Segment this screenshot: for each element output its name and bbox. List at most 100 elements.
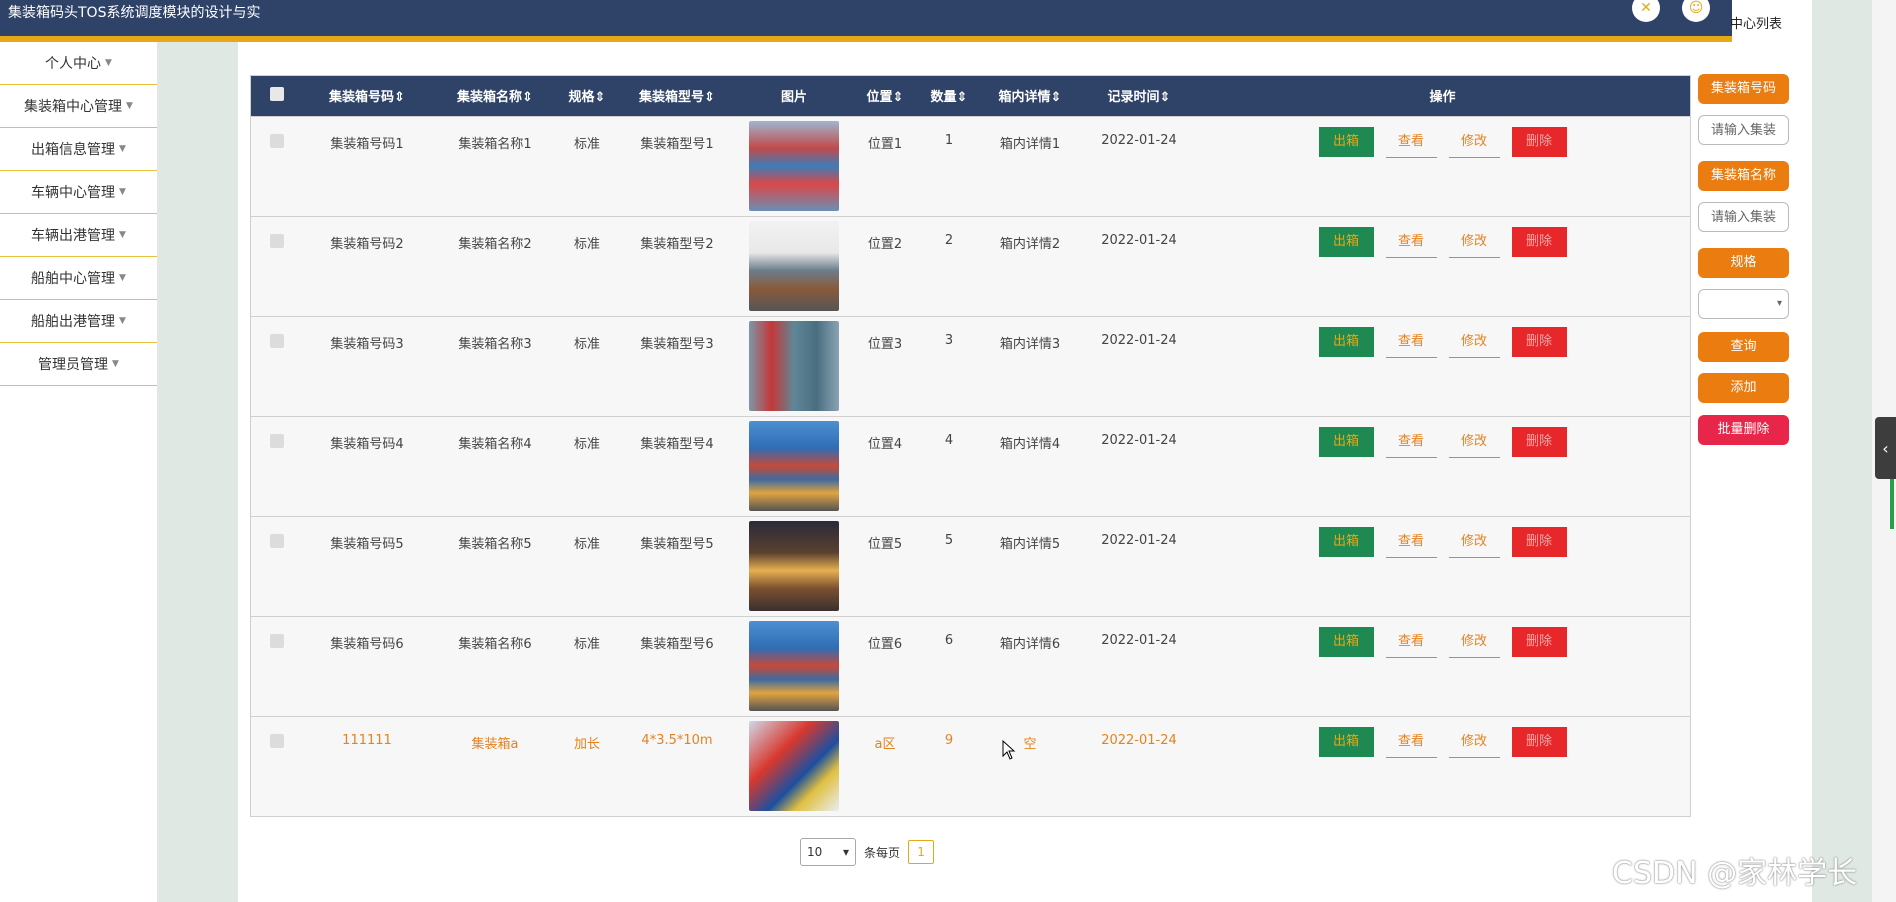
edit-button[interactable]: 修改: [1448, 627, 1500, 658]
row-checkbox[interactable]: [270, 333, 284, 348]
fullscreen-icon[interactable]: ✕: [1632, 0, 1660, 22]
edit-button[interactable]: 修改: [1448, 127, 1500, 158]
delete-button[interactable]: 删除: [1511, 326, 1567, 357]
cell-qty: 2: [944, 232, 954, 248]
row-checkbox[interactable]: [270, 233, 284, 248]
batch-delete-button[interactable]: 批量删除: [1698, 415, 1789, 445]
row-checkbox[interactable]: [270, 633, 284, 648]
spec-select[interactable]: ▾: [1698, 289, 1789, 319]
sidebar-item-label: 个人中心: [45, 56, 102, 72]
container-photo[interactable]: [749, 120, 839, 211]
column-header-spec[interactable]: 规格⇕: [559, 76, 615, 116]
view-button[interactable]: 查看: [1385, 527, 1437, 558]
row-checkbox[interactable]: [270, 533, 284, 548]
outbound-button[interactable]: 出箱: [1318, 626, 1374, 657]
edit-button[interactable]: 修改: [1448, 527, 1500, 558]
column-header-time[interactable]: 记录时间⇕: [1083, 76, 1195, 116]
container-photo[interactable]: [749, 220, 839, 311]
edit-button[interactable]: 修改: [1448, 427, 1500, 458]
query-button[interactable]: 查询: [1698, 332, 1789, 362]
column-header-model[interactable]: 集装箱型号⇕: [615, 76, 739, 116]
delete-button[interactable]: 删除: [1511, 426, 1567, 457]
cell-spec: 标准: [573, 636, 600, 652]
row-select-cell[interactable]: [251, 716, 303, 816]
chevron-down-icon: ▾: [1776, 298, 1782, 309]
view-button[interactable]: 查看: [1385, 127, 1437, 158]
column-header-position[interactable]: 位置⇕: [849, 76, 921, 116]
select-all-checkbox[interactable]: [270, 86, 284, 101]
add-button[interactable]: 添加: [1698, 373, 1789, 403]
view-button[interactable]: 查看: [1385, 427, 1437, 458]
row-checkbox[interactable]: [270, 733, 284, 748]
outbound-button[interactable]: 出箱: [1318, 226, 1374, 257]
sidebar-item-ship-center[interactable]: 船舶中心管理 ▼: [0, 257, 157, 300]
cell-name: 集装箱名称4: [458, 436, 532, 452]
sidebar-item-admin[interactable]: 管理员管理 ▼: [0, 343, 157, 386]
content-left-gutter: [157, 42, 238, 902]
column-header-name[interactable]: 集装箱名称⇕: [431, 76, 559, 116]
view-button[interactable]: 查看: [1385, 727, 1437, 758]
delete-button[interactable]: 删除: [1511, 526, 1567, 557]
code-search-input[interactable]: 请输入集装: [1698, 115, 1789, 145]
row-select-cell[interactable]: [251, 616, 303, 716]
container-photo[interactable]: [749, 620, 839, 711]
sidebar-item-personal-center[interactable]: 个人中心 ▼: [0, 42, 157, 85]
delete-button[interactable]: 删除: [1511, 726, 1567, 757]
delete-button[interactable]: 删除: [1511, 226, 1567, 257]
container-photo[interactable]: [749, 320, 839, 411]
column-label: 操作: [1429, 90, 1456, 106]
row-select-cell[interactable]: [251, 416, 303, 516]
cell-qty: 3: [944, 332, 954, 348]
select-all-header[interactable]: [251, 76, 303, 116]
page-size-select[interactable]: 10 ▾: [800, 838, 856, 866]
container-table: 集装箱号码⇕ 集装箱名称⇕ 规格⇕ 集装箱型号⇕ 图片 位置⇕ 数量⇕ 箱内详情…: [250, 75, 1691, 817]
sidebar-item-vehicle-center[interactable]: 车辆中心管理 ▼: [0, 171, 157, 214]
outbound-button[interactable]: 出箱: [1318, 426, 1374, 457]
view-button[interactable]: 查看: [1385, 627, 1437, 658]
sidebar-item-vehicle-departure[interactable]: 车辆出港管理 ▼: [0, 214, 157, 257]
chevron-left-icon: ‹: [1882, 438, 1889, 458]
outbound-button[interactable]: 出箱: [1318, 526, 1374, 557]
edit-button[interactable]: 修改: [1448, 327, 1500, 358]
cell-name: 集装箱名称1: [458, 136, 532, 152]
view-button[interactable]: 查看: [1385, 327, 1437, 358]
collapse-panel-tab[interactable]: ‹: [1875, 417, 1896, 479]
chevron-down-icon: ▾: [842, 845, 849, 859]
page-size-value: 10: [807, 845, 823, 859]
sidebar-item-outbound-info[interactable]: 出箱信息管理 ▼: [0, 128, 157, 171]
delete-button[interactable]: 删除: [1511, 126, 1567, 157]
sort-icon: ⇕: [522, 90, 533, 106]
container-photo[interactable]: [749, 420, 839, 511]
table-row: 集装箱号码1 集装箱名称1 标准 集装箱型号1 位置1 1 箱内详情1 2022…: [251, 116, 1690, 216]
cell-image: [739, 216, 849, 316]
sort-icon: ⇕: [704, 90, 715, 106]
outbound-button[interactable]: 出箱: [1318, 326, 1374, 357]
column-header-detail[interactable]: 箱内详情⇕: [977, 76, 1083, 116]
sidebar-item-ship-departure[interactable]: 船舶出港管理 ▼: [0, 300, 157, 343]
edit-button[interactable]: 修改: [1448, 727, 1500, 758]
outbound-button[interactable]: 出箱: [1318, 126, 1374, 157]
column-header-qty[interactable]: 数量⇕: [921, 76, 977, 116]
row-select-cell[interactable]: [251, 216, 303, 316]
container-photo[interactable]: [749, 520, 839, 611]
container-photo[interactable]: [749, 720, 839, 811]
caret-down-icon: ▼: [119, 187, 126, 197]
page-number-button[interactable]: 1: [908, 840, 935, 864]
table-row: 集装箱号码2 集装箱名称2 标准 集装箱型号2 位置2 2 箱内详情2 2022…: [251, 216, 1690, 316]
row-checkbox[interactable]: [270, 133, 284, 148]
row-select-cell[interactable]: [251, 516, 303, 616]
view-button[interactable]: 查看: [1385, 227, 1437, 258]
cell-model: 集装箱型号5: [640, 536, 714, 552]
delete-button[interactable]: 删除: [1511, 626, 1567, 657]
name-search-input[interactable]: 请输入集装: [1698, 202, 1789, 232]
row-select-cell[interactable]: [251, 116, 303, 216]
cell-image: [739, 616, 849, 716]
column-header-code[interactable]: 集装箱号码⇕: [303, 76, 431, 116]
edit-button[interactable]: 修改: [1448, 227, 1500, 258]
user-icon[interactable]: ☺: [1682, 0, 1710, 22]
sidebar-item-container-center[interactable]: 集装箱中心管理 ▼: [0, 85, 157, 128]
cell-model: 集装箱型号6: [640, 636, 714, 652]
row-checkbox[interactable]: [270, 433, 284, 448]
outbound-button[interactable]: 出箱: [1318, 726, 1374, 757]
row-select-cell[interactable]: [251, 316, 303, 416]
